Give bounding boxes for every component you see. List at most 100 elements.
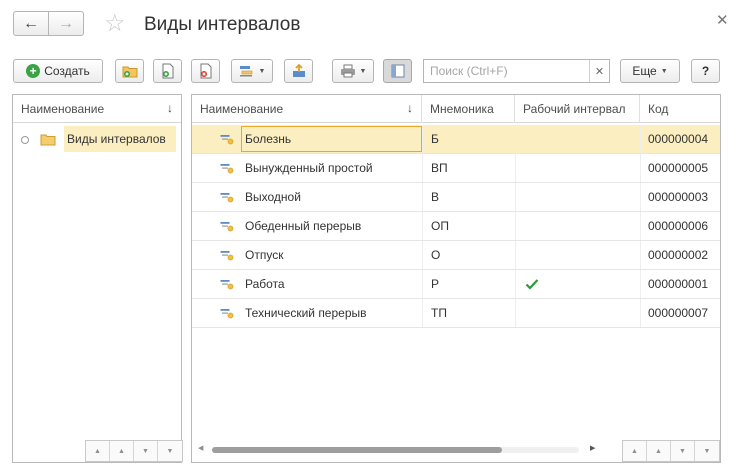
more-button-label: Еще [632, 64, 657, 78]
column-header-code-label: Код [648, 102, 669, 116]
last-page-icon[interactable]: ▼ [158, 441, 182, 461]
copy-button[interactable] [153, 59, 182, 83]
print-dropdown[interactable]: ▼ [332, 59, 374, 83]
search-box: ✕ [423, 59, 610, 83]
panel-layout-icon [391, 64, 404, 78]
table-row[interactable]: Вынужденный простой ВП 000000005 [192, 154, 720, 183]
cell-mnemonic[interactable]: О [431, 241, 511, 269]
tree-view-toggle[interactable] [383, 59, 412, 83]
catalog-item-icon [220, 241, 236, 269]
column-divider [422, 270, 423, 298]
create-group-button[interactable] [115, 59, 144, 83]
cell-code[interactable]: 000000006 [648, 212, 720, 240]
cell-mnemonic[interactable]: ВП [431, 154, 511, 182]
table-row[interactable]: Технический перерыв ТП 000000007 [192, 299, 720, 328]
column-header-working[interactable]: Рабочий интервал [515, 95, 640, 123]
column-divider [422, 183, 423, 211]
checkmark-icon [525, 270, 545, 298]
table-row[interactable]: Отпуск О 000000002 [192, 241, 720, 270]
horizontal-scrollbar[interactable] [212, 447, 579, 453]
document-add-icon [162, 63, 173, 79]
catalog-item-icon [220, 212, 236, 240]
upload-document-icon [292, 63, 305, 77]
first-page-icon[interactable]: ▲ [86, 441, 110, 461]
move-to-group-dropdown[interactable]: ▼ [231, 59, 273, 83]
page-down-icon[interactable]: ▼ [134, 441, 158, 461]
page-up-icon[interactable]: ▲ [647, 441, 671, 461]
table-row[interactable]: Болезнь Б 000000004 [192, 125, 720, 154]
column-divider [515, 299, 516, 327]
cell-code[interactable]: 000000003 [648, 183, 720, 211]
cell-code[interactable]: 000000001 [648, 270, 720, 298]
cell-code[interactable]: 000000005 [648, 154, 720, 182]
catalog-item-icon [220, 125, 236, 153]
create-button-label: Создать [44, 64, 90, 78]
help-button[interactable]: ? [691, 59, 720, 83]
scroll-left-icon[interactable]: ◀ [198, 444, 203, 452]
cell-name[interactable]: Отпуск [245, 241, 422, 269]
more-dropdown[interactable]: Еще ▼ [620, 59, 680, 83]
groups-tree-panel: Наименование ↓ Виды интервалов ▲ ▲ ▼ ▼ [12, 94, 183, 463]
page-title: Виды интервалов [144, 14, 301, 35]
upload-button[interactable] [284, 59, 313, 83]
catalog-item-icon [220, 183, 236, 211]
cell-name[interactable]: Выходной [245, 183, 422, 211]
close-icon[interactable]: ✕ [716, 11, 729, 29]
cell-name[interactable]: Вынужденный простой [245, 154, 422, 182]
first-page-icon[interactable]: ▲ [623, 441, 647, 461]
last-page-icon[interactable]: ▼ [695, 441, 719, 461]
column-header-code[interactable]: Код [640, 95, 720, 123]
cell-code[interactable]: 000000007 [648, 299, 720, 327]
tree-header[interactable]: Наименование ↓ [13, 95, 181, 123]
column-header-name[interactable]: Наименование ↓ [192, 95, 422, 123]
column-divider [515, 125, 516, 153]
search-input[interactable] [424, 60, 589, 82]
arrow-left-icon: ← [23, 14, 39, 32]
column-divider [422, 241, 423, 269]
catalog-item-icon [220, 154, 236, 182]
list-move-icon [239, 66, 252, 77]
cell-code[interactable]: 000000004 [648, 125, 720, 153]
clear-search-icon[interactable]: ✕ [589, 60, 609, 82]
scroll-right-icon[interactable]: ▶ [590, 444, 595, 452]
cell-name[interactable]: Болезнь [241, 126, 422, 152]
page-down-icon[interactable]: ▼ [671, 441, 695, 461]
star-icon[interactable]: ☆ [104, 10, 126, 38]
cell-mnemonic[interactable]: Б [431, 125, 511, 153]
back-button[interactable]: ← [13, 11, 49, 36]
cell-mnemonic[interactable]: ОП [431, 212, 511, 240]
column-header-mnemonic[interactable]: Мнемоника [422, 95, 515, 123]
printer-icon [340, 64, 355, 78]
create-button[interactable]: + Создать [13, 59, 103, 83]
mark-delete-button[interactable] [191, 59, 220, 83]
page-up-icon[interactable]: ▲ [110, 441, 134, 461]
column-divider [640, 125, 641, 153]
cell-name[interactable]: Обеденный перерыв [245, 212, 422, 240]
cell-mnemonic[interactable]: ТП [431, 299, 511, 327]
tree-item-intervals[interactable]: Виды интервалов [64, 126, 176, 152]
forward-button[interactable]: → [48, 11, 84, 36]
column-divider [515, 241, 516, 269]
column-header-name-label: Наименование [200, 102, 284, 116]
plus-circle-icon: + [26, 64, 41, 78]
column-divider [422, 212, 423, 240]
scrollbar-thumb[interactable] [212, 447, 502, 453]
cell-name[interactable]: Работа [245, 270, 422, 298]
cell-mnemonic[interactable]: В [431, 183, 511, 211]
column-divider [640, 212, 641, 240]
table-row[interactable]: Выходной В 000000003 [192, 183, 720, 212]
chevron-down-icon: ▼ [359, 67, 367, 75]
column-divider [515, 212, 516, 240]
tree-nav-bar: ▲ ▲ ▼ ▼ [85, 440, 183, 462]
column-divider [640, 241, 641, 269]
tree-node-icon[interactable] [19, 134, 31, 146]
table-row[interactable]: Работа Р 000000001 [192, 270, 720, 299]
cell-name[interactable]: Технический перерыв [245, 299, 422, 327]
cell-mnemonic[interactable]: Р [431, 270, 511, 298]
document-delete-icon [200, 63, 211, 79]
table-nav-bar: ▲ ▲ ▼ ▼ [622, 440, 720, 462]
tree-header-label: Наименование [21, 101, 105, 116]
cell-code[interactable]: 000000002 [648, 241, 720, 269]
column-divider [515, 154, 516, 182]
table-row[interactable]: Обеденный перерыв ОП 000000006 [192, 212, 720, 241]
